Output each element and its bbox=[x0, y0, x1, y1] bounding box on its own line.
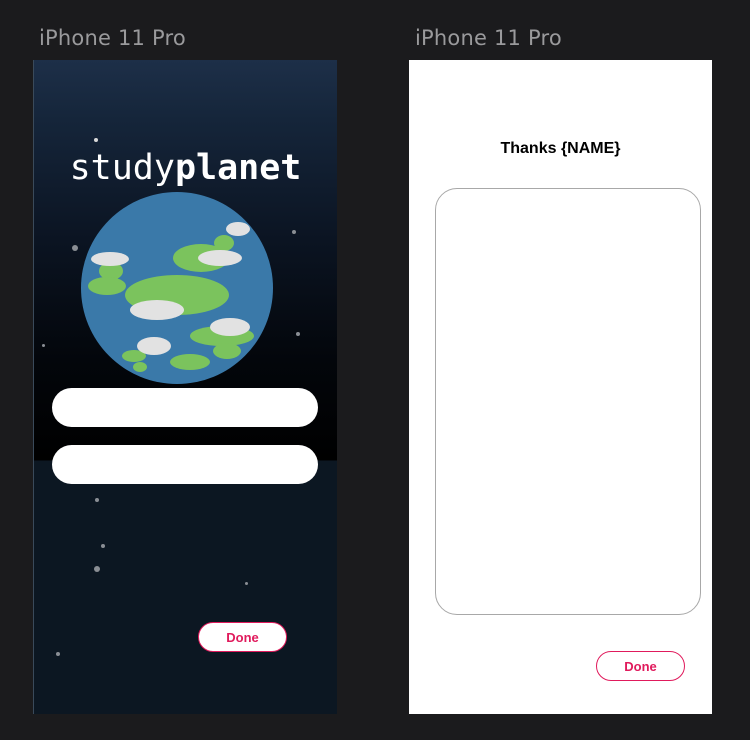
thanks-screen: Thanks {NAME} Done bbox=[409, 60, 712, 714]
star bbox=[42, 344, 45, 347]
login-screen: studyplanet Done bbox=[33, 60, 337, 714]
app-logo: studyplanet bbox=[34, 148, 337, 188]
star bbox=[245, 582, 248, 585]
frame-label-thanks: iPhone 11 Pro bbox=[415, 26, 562, 50]
star bbox=[101, 544, 105, 548]
thanks-heading: Thanks {NAME} bbox=[500, 140, 621, 157]
logo-text-light: study bbox=[69, 148, 175, 188]
planet-illustration bbox=[81, 192, 273, 384]
done-button[interactable]: Done bbox=[198, 622, 287, 652]
done-button[interactable]: Done bbox=[596, 651, 685, 681]
message-textarea[interactable] bbox=[435, 188, 701, 615]
second-input[interactable] bbox=[52, 445, 318, 484]
star bbox=[72, 245, 78, 251]
star bbox=[296, 332, 300, 336]
logo-text-bold: planet bbox=[174, 148, 302, 188]
star bbox=[95, 498, 99, 502]
frame-label-login: iPhone 11 Pro bbox=[39, 26, 186, 50]
name-input[interactable] bbox=[52, 388, 318, 427]
star bbox=[94, 138, 98, 142]
star bbox=[56, 652, 60, 656]
star bbox=[94, 566, 100, 572]
star bbox=[292, 230, 296, 234]
